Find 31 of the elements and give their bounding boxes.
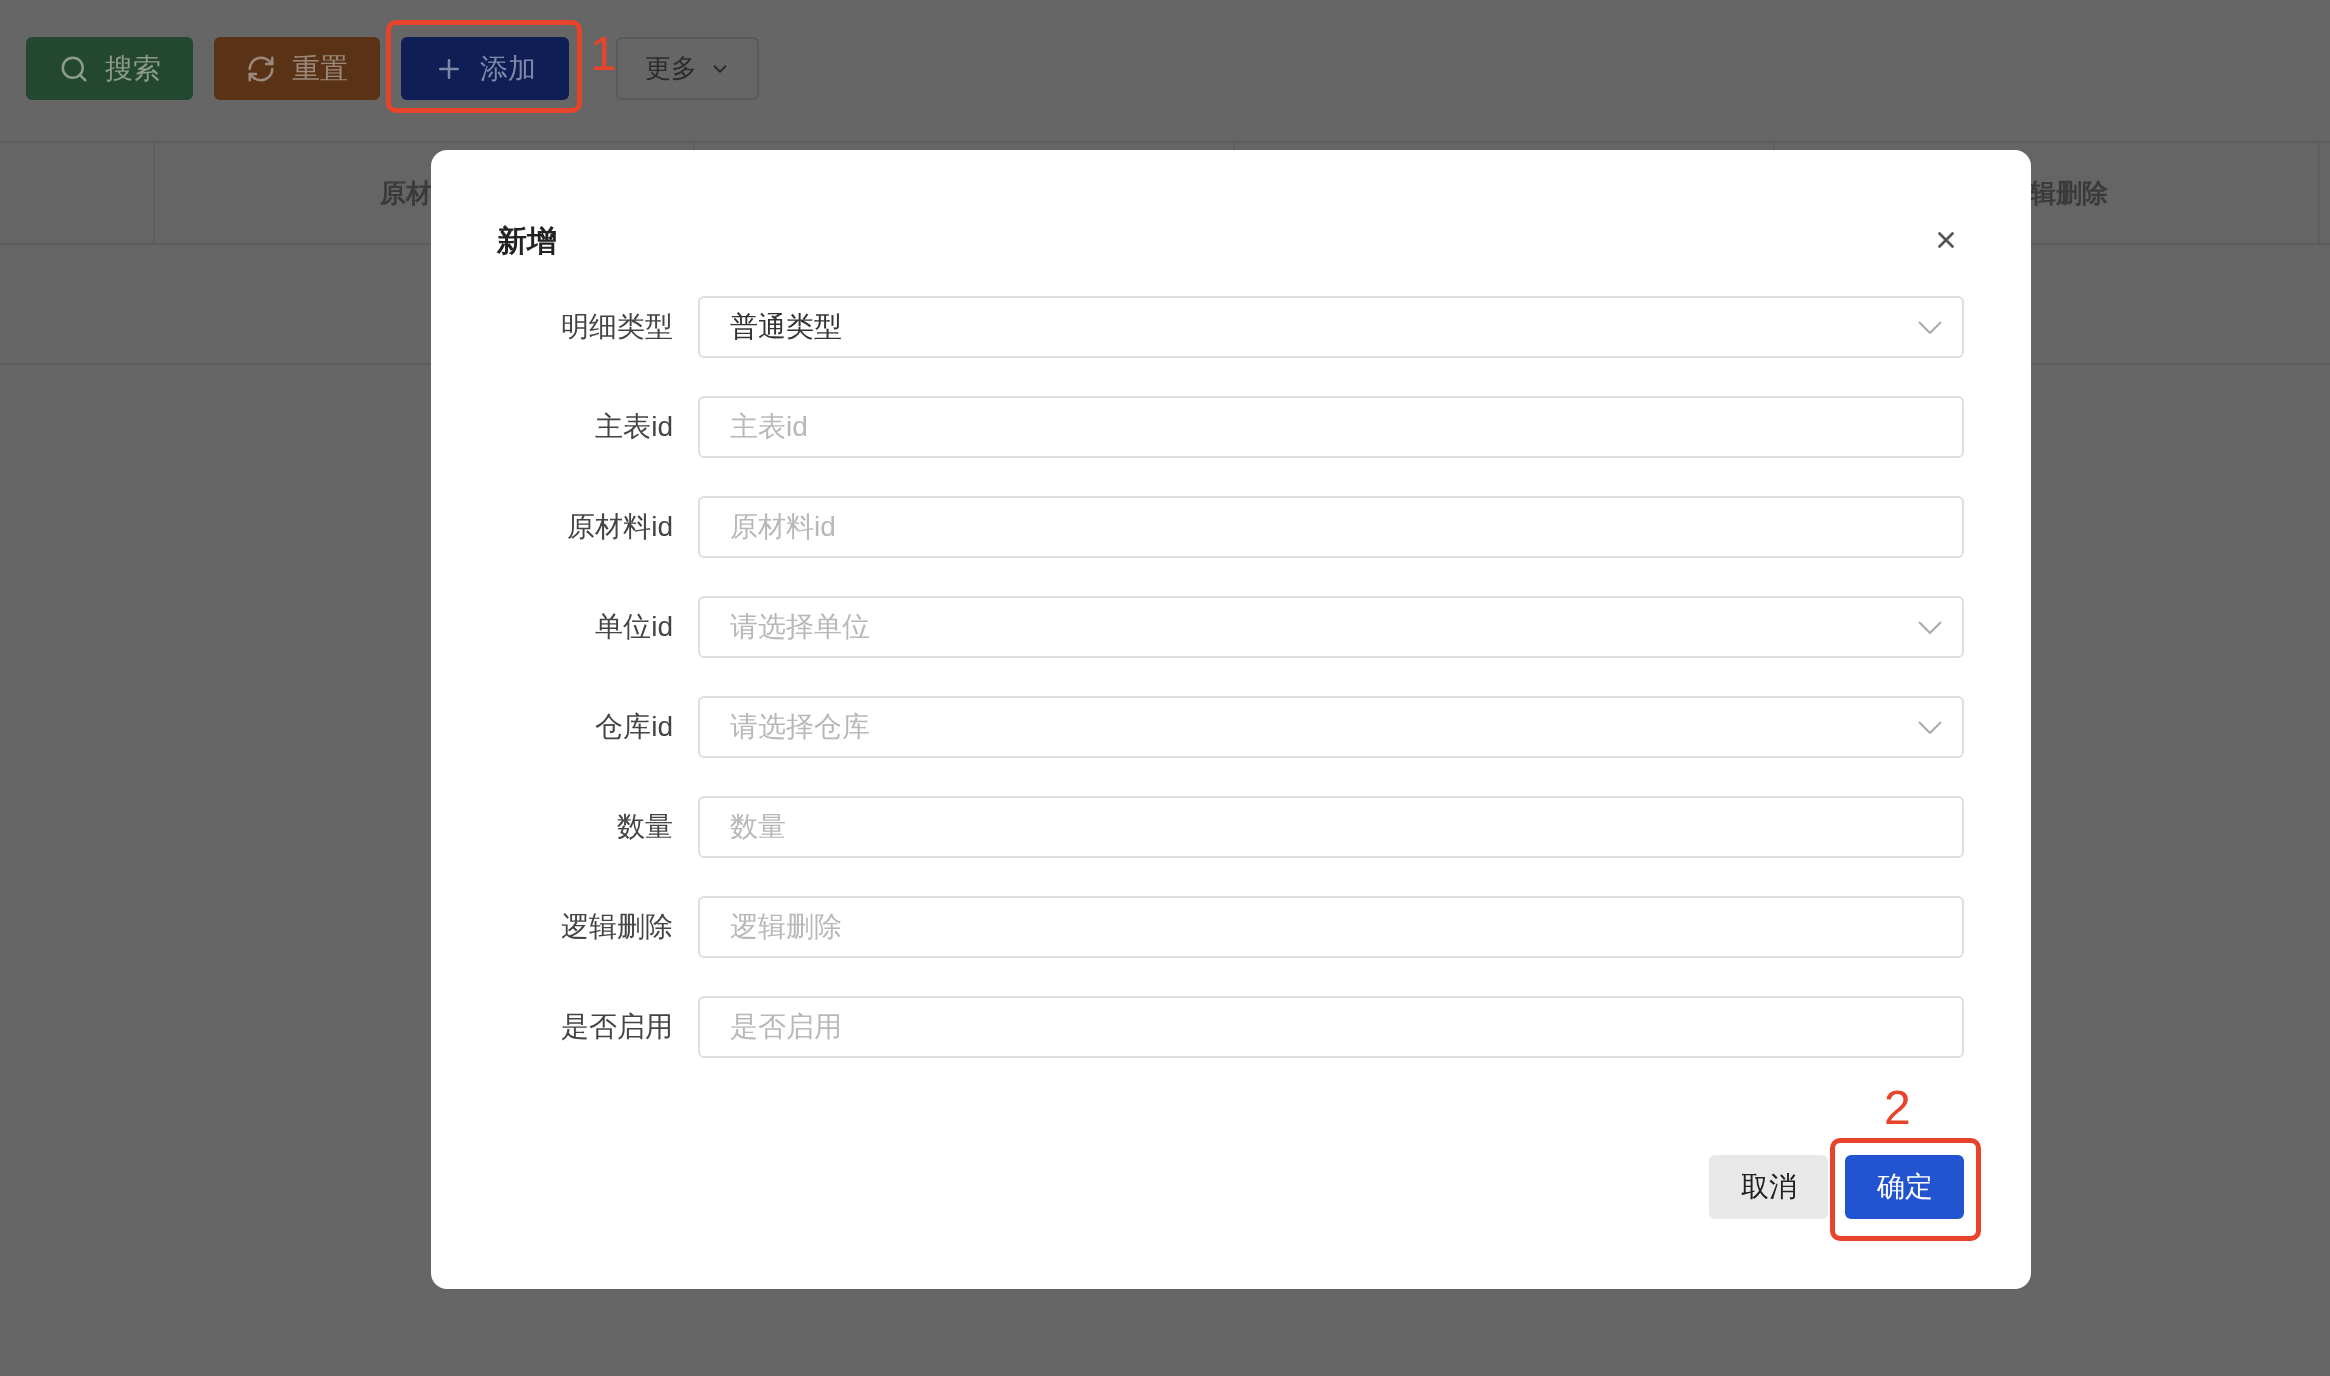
input-field[interactable]: 主表id — [698, 396, 1964, 458]
cancel-button[interactable]: 取消 — [1709, 1155, 1828, 1219]
annotation-number: 1 — [590, 30, 617, 78]
more-dropdown-button[interactable]: 更多 — [616, 37, 759, 100]
add-button[interactable]: 添加 — [401, 37, 569, 100]
field-label: 原材料id — [566, 510, 673, 544]
field-label: 主表id — [594, 410, 673, 444]
chevron-down-icon — [1918, 720, 1942, 734]
select-field[interactable]: 请选择单位 — [698, 596, 1964, 658]
reset-button[interactable]: 重置 — [214, 37, 380, 100]
chevron-down-icon — [1918, 620, 1942, 634]
select-field[interactable]: 普通类型 — [698, 296, 1964, 358]
select-value: 普通类型 — [730, 310, 842, 344]
field-label: 单位id — [594, 610, 673, 644]
search-button[interactable]: 搜索 — [26, 37, 193, 100]
select-placeholder: 请选择单位 — [730, 610, 870, 644]
annotation-number: 2 — [1884, 1084, 1911, 1132]
chevron-down-icon — [1918, 320, 1942, 334]
dialog-title: 新增 — [497, 222, 557, 259]
input-field[interactable]: 数量 — [698, 796, 1964, 858]
field-label: 是否启用 — [560, 1010, 673, 1044]
select-field[interactable]: 请选择仓库 — [698, 696, 1964, 758]
select-placeholder: 请选择仓库 — [730, 710, 870, 744]
input-field[interactable]: 是否启用 — [698, 996, 1964, 1058]
field-label: 仓库id — [594, 710, 673, 744]
input-field[interactable]: 原材料id — [698, 496, 1964, 558]
field-label: 明细类型 — [560, 310, 673, 344]
confirm-button[interactable]: 确定 — [1845, 1155, 1964, 1219]
field-label: 数量 — [616, 810, 673, 844]
field-label: 逻辑删除 — [560, 910, 673, 944]
input-field[interactable]: 逻辑删除 — [698, 896, 1964, 958]
